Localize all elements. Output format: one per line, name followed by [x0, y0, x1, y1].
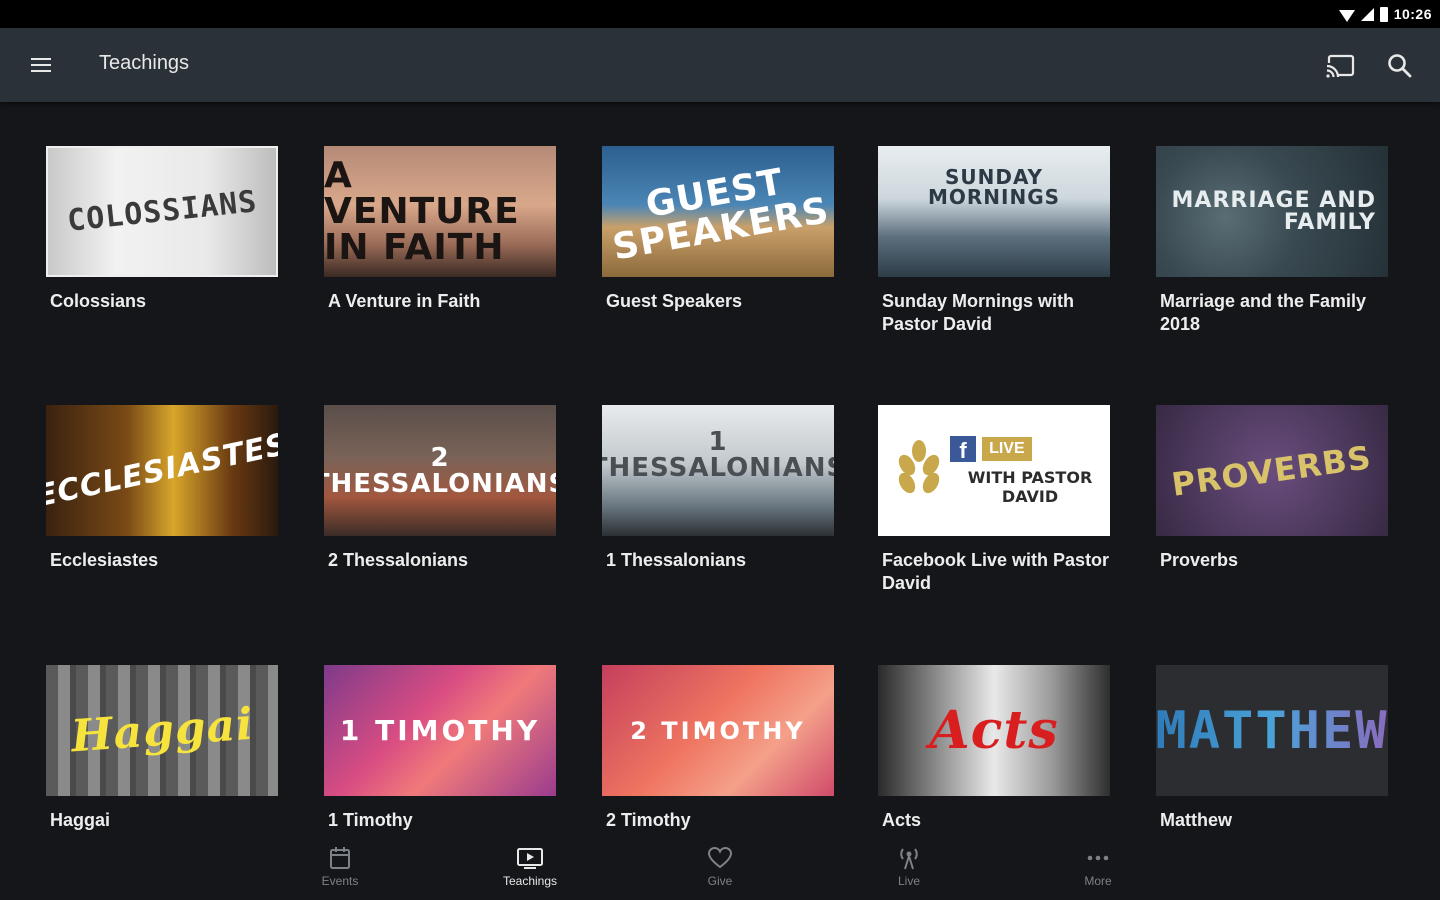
series-card[interactable]: SUNDAY MORNINGS Sunday Mornings with Pas… [878, 146, 1110, 336]
page-title: Teachings [99, 52, 190, 74]
series-card[interactable]: 1 THESSALONIANS 1 Thessalonians [602, 405, 834, 572]
nav-more[interactable]: More [1038, 846, 1158, 888]
series-title: Colossians [50, 291, 147, 311]
series-thumbnail: 2 TIMOTHY [602, 665, 834, 796]
series-thumbnail: ECCLESIASTES [46, 405, 278, 536]
series-title: 1 Thessalonians [606, 550, 747, 570]
wifi-icon [1338, 9, 1355, 22]
series-card[interactable]: COLOSSIANS Colossians [46, 146, 278, 313]
series-card[interactable]: A VENTURE IN FAITH A Venture in Faith [324, 146, 556, 313]
nav-teachings[interactable]: Teachings [470, 846, 590, 888]
nav-label: Give [707, 874, 733, 888]
series-thumbnail: 1 TIMOTHY [324, 665, 556, 796]
series-card[interactable]: 1 TIMOTHY 1 Timothy [324, 665, 556, 832]
nav-label: More [1084, 874, 1112, 888]
series-card[interactable]: MARRIAGE AND FAMILY Marriage and the Fam… [1156, 146, 1388, 336]
series-title: Sunday Mornings with Pastor David [882, 291, 1074, 334]
series-title: Guest Speakers [606, 291, 743, 311]
series-title: Ecclesiastes [50, 550, 159, 570]
series-thumbnail: A VENTURE IN FAITH [324, 146, 556, 277]
facebook-icon: f [950, 435, 977, 462]
series-thumbnail: 2 THESSALONIANS [324, 405, 556, 536]
bottom-navigation: Events Teachings Give Live More [0, 840, 1440, 900]
series-thumbnail: PROVERBS [1156, 405, 1388, 536]
series-title: Haggai [50, 810, 111, 830]
menu-icon[interactable] [22, 50, 60, 80]
calendar-icon [330, 847, 350, 869]
series-card[interactable]: f LIVE WITH PASTOR DAVID Facebook Live w… [878, 405, 1110, 595]
search-icon[interactable] [1386, 52, 1414, 80]
series-thumbnail: MARRIAGE AND FAMILY [1156, 146, 1388, 277]
series-title: 2 Timothy [606, 810, 691, 830]
nav-live[interactable]: Live [849, 846, 969, 888]
series-title: Marriage and the Family 2018 [1160, 291, 1367, 334]
status-time: 10:26 [1393, 6, 1432, 22]
series-thumbnail: MATTHEW [1156, 665, 1388, 796]
series-thumbnail: SUNDAY MORNINGS [878, 146, 1110, 277]
series-title: Facebook Live with Pastor David [882, 550, 1110, 593]
nav-label: Events [321, 874, 359, 888]
nav-label: Live [897, 874, 920, 888]
broadcast-icon [900, 848, 918, 870]
series-title: A Venture in Faith [328, 291, 481, 311]
series-card[interactable]: Haggai Haggai [46, 665, 278, 832]
series-title: 2 Thessalonians [328, 550, 469, 570]
series-card[interactable]: 2 THESSALONIANS 2 Thessalonians [324, 405, 556, 572]
series-card[interactable]: GUEST SPEAKERS Guest Speakers [602, 146, 834, 313]
series-card[interactable]: 2 TIMOTHY 2 Timothy [602, 665, 834, 832]
nav-label: Teachings [502, 874, 558, 888]
status-icons: 10:26 [1338, 4, 1432, 24]
series-thumbnail: Haggai [46, 665, 278, 796]
series-thumbnail: COLOSSIANS [46, 146, 278, 277]
series-thumbnail: 1 THESSALONIANS [602, 405, 834, 536]
cast-icon[interactable] [1324, 52, 1356, 80]
tv-icon [517, 848, 543, 869]
series-thumbnail: GUEST SPEAKERS [602, 146, 834, 277]
wheat-icon [895, 439, 943, 502]
more-icon [1087, 855, 1109, 861]
nav-events[interactable]: Events [280, 846, 400, 888]
series-title: Proverbs [1160, 550, 1239, 570]
status-bar: 10:26 [0, 0, 1440, 28]
series-title: Acts [882, 810, 922, 830]
signal-icon [1360, 7, 1374, 21]
series-thumbnail: Acts [878, 665, 1110, 796]
battery-icon [1379, 6, 1388, 22]
series-title: Matthew [1160, 810, 1232, 830]
series-card[interactable]: Acts Acts [878, 665, 1110, 832]
series-card[interactable]: ECCLESIASTES Ecclesiastes [46, 405, 278, 572]
series-thumbnail: f LIVE WITH PASTOR DAVID [878, 405, 1110, 536]
series-title: 1 Timothy [328, 810, 413, 830]
app-bar: Teachings [0, 28, 1440, 102]
heart-icon [707, 846, 733, 869]
series-card[interactable]: PROVERBS Proverbs [1156, 405, 1388, 572]
series-card[interactable]: MATTHEW Matthew [1156, 665, 1388, 832]
nav-give[interactable]: Give [660, 846, 780, 888]
live-badge: LIVE [982, 436, 1032, 461]
